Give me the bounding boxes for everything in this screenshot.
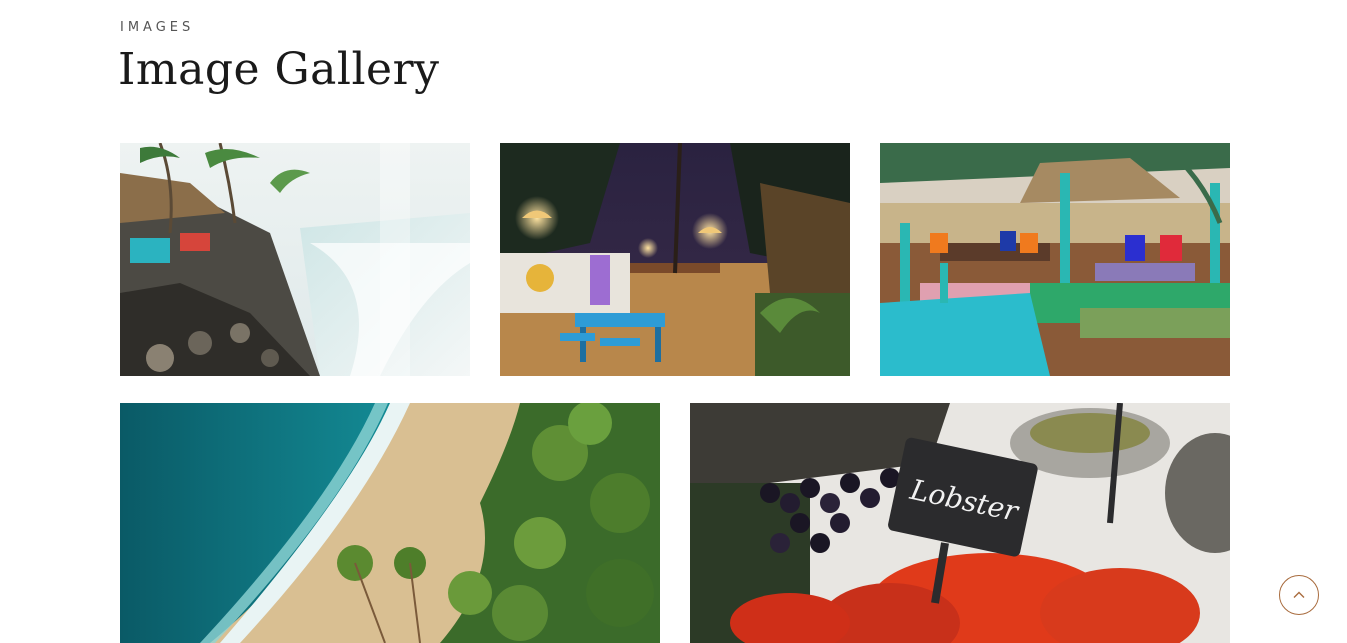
gallery-image-1[interactable] <box>120 143 470 376</box>
aerial-beach-image <box>120 403 660 643</box>
beach-shack-image <box>880 143 1230 376</box>
scroll-to-top-button[interactable] <box>1279 575 1319 615</box>
shoreline-image <box>120 143 470 376</box>
night-restaurant-image <box>500 143 850 376</box>
lobster-image: Lobster <box>690 403 1230 643</box>
gallery-image-4[interactable] <box>120 403 660 643</box>
gallery-image-3[interactable] <box>880 143 1230 376</box>
gallery-image-5[interactable]: Lobster <box>690 403 1230 643</box>
chevron-up-icon <box>1293 591 1305 598</box>
section-eyebrow: IMAGES <box>120 20 195 35</box>
page-title: Image Gallery <box>118 44 440 95</box>
gallery-image-2[interactable] <box>500 143 850 376</box>
